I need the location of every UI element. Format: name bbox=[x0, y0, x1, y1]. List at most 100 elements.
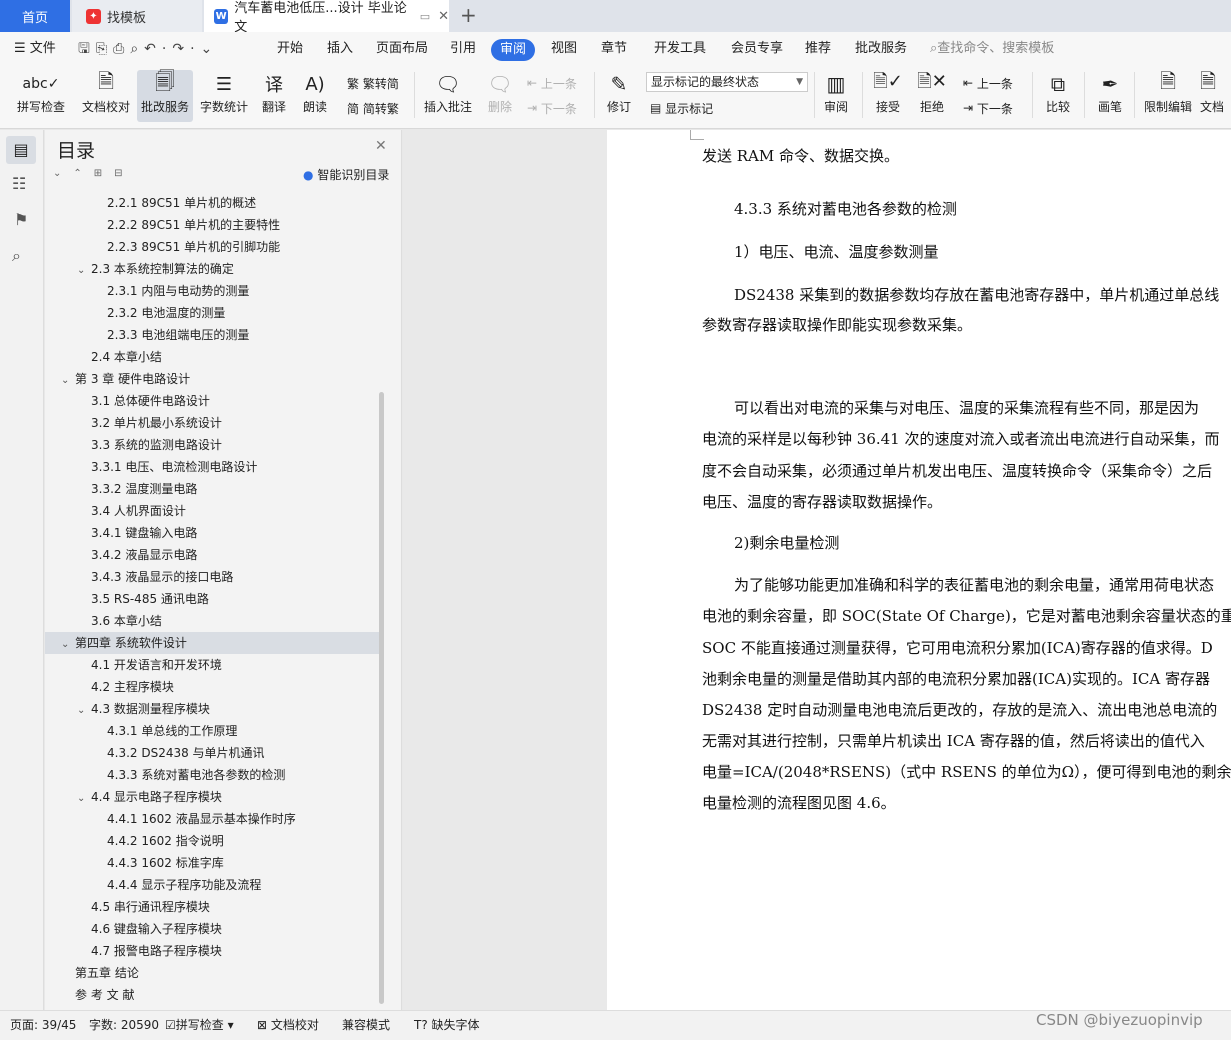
toc-item[interactable]: 4.4.3 1602 标准字库 bbox=[45, 852, 379, 874]
tab-home[interactable]: 首页 bbox=[0, 0, 70, 32]
restrict-edit-button[interactable]: 🗎 限制编辑 bbox=[1140, 69, 1196, 122]
read-aloud-button[interactable]: A) 朗读 bbox=[298, 70, 332, 122]
toc-item[interactable]: ⌄ 2.3 本系统控制算法的确定 bbox=[45, 258, 379, 280]
toc-item[interactable]: 3.5 RS-485 通讯电路 bbox=[45, 588, 379, 610]
reject-button[interactable]: 🗎✕ 拒绝 bbox=[914, 70, 950, 122]
menu-recommend[interactable]: 推荐 bbox=[805, 32, 831, 66]
toc-item[interactable]: 4.3.1 单总线的工作原理 bbox=[45, 720, 379, 742]
toc-toolbar-icons[interactable]: ⌄⌃⊞⊟ bbox=[53, 168, 135, 179]
toc-scrollbar[interactable] bbox=[379, 392, 384, 1004]
toc-item[interactable]: 4.6 键盘输入子程序模块 bbox=[45, 918, 379, 940]
search-panel-icon[interactable]: ⌕ bbox=[12, 246, 21, 266]
toc-item[interactable]: 4.5 串行通讯程序模块 bbox=[45, 896, 379, 918]
toc-item[interactable]: 2.2.1 89C51 单片机的概述 bbox=[45, 192, 379, 214]
toc-item[interactable]: 3.4.2 液晶显示电路 bbox=[45, 544, 379, 566]
command-search[interactable]: ⌕查找命令、搜索模板 bbox=[930, 32, 1054, 66]
review-pane-button[interactable]: ▥ 审阅 bbox=[818, 70, 854, 122]
toc-item[interactable]: 3.2 单片机最小系统设计 bbox=[45, 412, 379, 434]
tab-document[interactable]: W 汽车蓄电池低压...设计 毕业论文 ▭ ✕ bbox=[204, 0, 449, 35]
navigation-icon[interactable]: ☷ bbox=[12, 174, 26, 193]
missing-font-status[interactable]: T? 缺失字体 bbox=[414, 1010, 480, 1040]
window-icon[interactable]: ▭ bbox=[420, 10, 430, 23]
prev-change-button[interactable]: ⇤ 上一条 bbox=[963, 73, 1013, 93]
chevron-down-icon[interactable]: ⌄ bbox=[61, 634, 75, 656]
toc-item[interactable]: 3.1 总体硬件电路设计 bbox=[45, 390, 379, 412]
toc-item[interactable]: 4.1 开发语言和开发环境 bbox=[45, 654, 379, 676]
pen-button[interactable]: ✒ 画笔 bbox=[1092, 70, 1128, 122]
word-count-status[interactable]: 字数: 20590 bbox=[89, 1010, 159, 1040]
toc-item[interactable]: ⌄ 4.4 显示电路子程序模块 bbox=[45, 786, 379, 808]
toc-item[interactable]: 4.7 报警电路子程序模块 bbox=[45, 940, 379, 962]
toc-item[interactable]: 4.4.2 1602 指令说明 bbox=[45, 830, 379, 852]
word-count-button[interactable]: ☰ 字数统计 bbox=[198, 70, 250, 122]
spell-check-button[interactable]: abc✓ 拼写检查 bbox=[10, 70, 72, 122]
chevron-down-icon[interactable]: ⌄ bbox=[77, 700, 91, 722]
toc-item[interactable]: ⌄ 第四章 系统软件设计 bbox=[45, 632, 379, 654]
toc-item[interactable]: 4.4.1 1602 液晶显示基本操作时序 bbox=[45, 808, 379, 830]
menu-page-layout[interactable]: 页面布局 bbox=[376, 32, 428, 66]
toc-item[interactable]: 2.2.2 89C51 单片机的主要特性 bbox=[45, 214, 379, 236]
toc-item[interactable]: 2.3.1 内阻与电动势的测量 bbox=[45, 280, 379, 302]
toc-item[interactable]: 3.6 本章小结 bbox=[45, 610, 379, 632]
quick-access-icons[interactable]: 🖫⎘⎙⌕↶·↷·⌄ bbox=[78, 32, 218, 66]
doc-proof-status[interactable]: ⊠ 文档校对 bbox=[257, 1010, 319, 1040]
toc-item[interactable]: 4.3.2 DS2438 与单片机通讯 bbox=[45, 742, 379, 764]
toc-item[interactable]: 3.3 系统的监测电路设计 bbox=[45, 434, 379, 456]
prev-comment-button[interactable]: ⇤ 上一条 bbox=[527, 73, 577, 93]
close-icon[interactable]: ✕ bbox=[375, 138, 387, 154]
spell-check-status[interactable]: ☑拼写检查 ▾ bbox=[165, 1010, 234, 1040]
menu-insert[interactable]: 插入 bbox=[327, 32, 353, 66]
toc-item[interactable]: ⌄ 第 3 章 硬件电路设计 bbox=[45, 368, 379, 390]
toc-item[interactable]: 4.2 主程序模块 bbox=[45, 676, 379, 698]
close-tab-icon[interactable]: ✕ bbox=[438, 9, 449, 24]
toc-item[interactable]: 第五章 结论 bbox=[45, 962, 379, 984]
menu-member[interactable]: 会员专享 bbox=[731, 32, 783, 66]
next-change-button[interactable]: ⇥ 下一条 bbox=[963, 98, 1013, 118]
menu-view[interactable]: 视图 bbox=[551, 32, 577, 66]
trad-to-simp-button[interactable]: 繁 繁转简 bbox=[347, 73, 399, 93]
toc-item[interactable]: 4.4.4 显示子程序功能及流程 bbox=[45, 874, 379, 896]
toc-item[interactable]: 2.2.3 89C51 单片机的引脚功能 bbox=[45, 236, 379, 258]
toc-panel-icon[interactable]: ▤ bbox=[6, 136, 36, 164]
review-service-button[interactable]: 🗐 批改服务 bbox=[137, 69, 193, 122]
menu-reference[interactable]: 引用 bbox=[450, 32, 476, 66]
tab-find-template[interactable]: ✦ 找模板 bbox=[72, 0, 202, 32]
menu-dev-tools[interactable]: 开发工具 bbox=[654, 32, 706, 66]
menu-review-service[interactable]: 批改服务 bbox=[855, 32, 907, 66]
file-menu[interactable]: ☰ 文件 bbox=[14, 32, 56, 66]
new-tab-icon[interactable]: + bbox=[460, 3, 477, 27]
compat-mode-status[interactable]: 兼容模式 bbox=[342, 1010, 390, 1040]
accept-button[interactable]: 🗎✓ 接受 bbox=[870, 70, 906, 122]
menu-chapter[interactable]: 章节 bbox=[601, 32, 627, 66]
delete-comment-button[interactable]: 🗨 删除 bbox=[480, 70, 520, 122]
toc-item[interactable]: 3.4 人机界面设计 bbox=[45, 500, 379, 522]
insert-comment-button[interactable]: 🗨 插入批注 bbox=[420, 70, 476, 122]
chevron-down-icon[interactable]: ⌄ bbox=[77, 788, 91, 810]
toc-item[interactable]: 3.3.2 温度测量电路 bbox=[45, 478, 379, 500]
menu-review[interactable]: 审阅 bbox=[491, 39, 536, 61]
revise-button[interactable]: ✎ 修订 bbox=[600, 70, 638, 122]
translate-button[interactable]: 译翻译 bbox=[256, 70, 292, 122]
chevron-down-icon[interactable]: ⌄ bbox=[77, 260, 91, 282]
toc-item[interactable]: 4.3.3 系统对蓄电池各参数的检测 bbox=[45, 764, 379, 786]
document-page[interactable] bbox=[607, 130, 1231, 1010]
doc-proof-button[interactable]: 🗎 文档校对 bbox=[78, 69, 134, 122]
compare-button[interactable]: ⧉ 比较 bbox=[1040, 70, 1076, 122]
bookmark-icon[interactable]: ⚑ bbox=[14, 210, 28, 229]
toc-item[interactable]: ⌄ 4.3 数据测量程序模块 bbox=[45, 698, 379, 720]
toc-item[interactable]: 2.4 本章小结 bbox=[45, 346, 379, 368]
toc-item[interactable]: 参 考 文 献 bbox=[45, 984, 379, 1000]
toc-item[interactable]: 3.3.1 电压、电流检测电路设计 bbox=[45, 456, 379, 478]
toc-item[interactable]: 3.4.1 键盘输入电路 bbox=[45, 522, 379, 544]
smart-toc-button[interactable]: ● 智能识别目录 bbox=[303, 166, 389, 183]
toc-item[interactable]: 3.4.3 液晶显示的接口电路 bbox=[45, 566, 379, 588]
show-markup-button[interactable]: ▤ 显示标记 bbox=[650, 98, 713, 118]
markup-mode-select[interactable]: 显示标记的最终状态 ▼ bbox=[646, 72, 808, 92]
simp-to-trad-button[interactable]: 简 简转繁 bbox=[347, 98, 399, 118]
toc-item[interactable]: 2.3.2 电池温度的测量 bbox=[45, 302, 379, 324]
toc-item[interactable]: 2.3.3 电池组端电压的测量 bbox=[45, 324, 379, 346]
page-indicator[interactable]: 页面: 39/45 bbox=[10, 1010, 76, 1040]
next-comment-button[interactable]: ⇥ 下一条 bbox=[527, 98, 577, 118]
chevron-down-icon[interactable]: ⌄ bbox=[61, 370, 75, 392]
menu-start[interactable]: 开始 bbox=[277, 32, 303, 66]
